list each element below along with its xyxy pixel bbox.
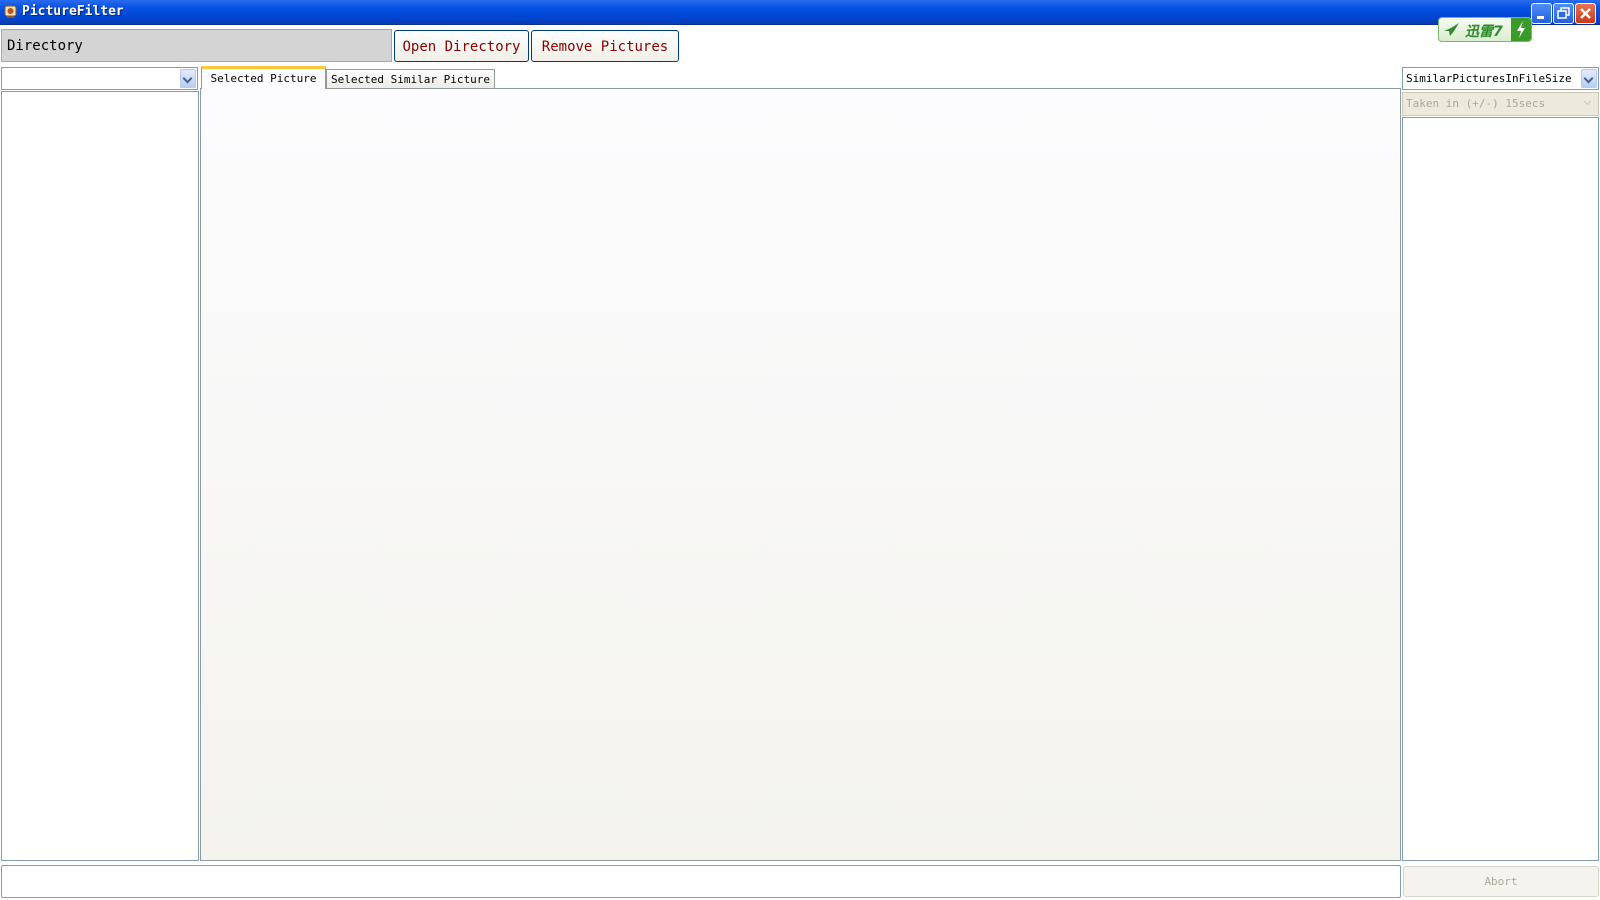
time-range-combo: Taken in (+/-) 15secs <box>1402 92 1599 116</box>
folder-combo[interactable] <box>1 67 198 90</box>
chevron-down-icon[interactable] <box>1581 69 1597 88</box>
remove-pictures-button[interactable]: Remove Pictures <box>531 30 679 62</box>
restore-icon <box>1557 7 1570 19</box>
tab-selected-picture[interactable]: Selected Picture <box>201 66 326 89</box>
status-box <box>1 865 1401 898</box>
chevron-down-icon[interactable] <box>180 69 196 88</box>
window-title: PictureFilter <box>22 4 124 19</box>
chevron-down-icon <box>1581 94 1597 114</box>
minimize-button[interactable] <box>1531 3 1552 24</box>
open-directory-button[interactable]: Open Directory <box>394 30 529 62</box>
filter-mode-combo[interactable]: SimilarPicturesInFileSize <box>1402 67 1599 90</box>
bird-icon <box>1444 23 1459 36</box>
similar-pictures-list[interactable] <box>1402 117 1599 861</box>
close-button[interactable] <box>1575 3 1596 24</box>
minimize-icon <box>1537 16 1544 19</box>
app-icon <box>4 5 17 18</box>
close-icon <box>1580 8 1591 19</box>
picture-list[interactable] <box>1 91 199 861</box>
bolt-icon <box>1511 18 1531 41</box>
abort-button: Abort <box>1403 866 1599 897</box>
restore-button[interactable] <box>1553 3 1574 24</box>
filter-mode-value: SimilarPicturesInFileSize <box>1406 72 1572 85</box>
xunlei-label: 迅雷7 <box>1465 24 1503 40</box>
time-range-value: Taken in (+/-) 15secs <box>1406 97 1546 110</box>
tab-selected-similar-picture[interactable]: Selected Similar Picture <box>326 69 495 89</box>
xunlei-badge[interactable]: 迅雷7 <box>1438 17 1532 42</box>
title-bar[interactable]: PictureFilter <box>0 0 1600 25</box>
picture-preview-panel <box>200 88 1401 861</box>
directory-field[interactable]: Directory <box>1 29 392 62</box>
